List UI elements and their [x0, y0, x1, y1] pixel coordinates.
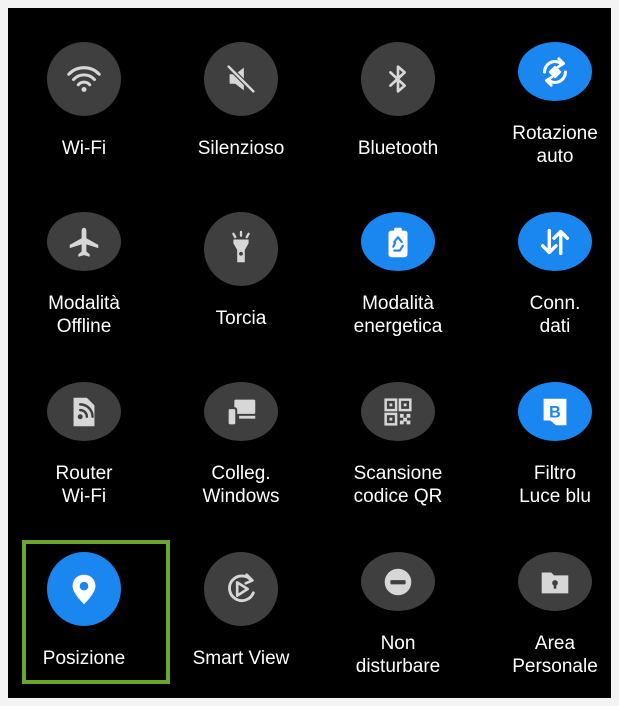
do-not-disturb-toggle-button[interactable] [361, 552, 435, 611]
rotation-toggle-button[interactable] [518, 42, 592, 101]
flashlight-icon [222, 230, 260, 268]
mute-icon [222, 60, 260, 98]
rotation-icon [536, 53, 574, 91]
battery-recycle-icon [379, 223, 417, 261]
data-arrows-icon [536, 223, 574, 261]
tile-bluetooth[interactable]: Bluetooth [320, 8, 476, 168]
tile-label: Non disturbare [355, 633, 441, 677]
qr-code-icon [379, 393, 417, 431]
tile-link-windows[interactable]: Colleg. Windows [163, 348, 319, 508]
airplane-toggle-button[interactable] [47, 212, 121, 271]
smart-view-icon [222, 570, 260, 608]
tile-label: Bluetooth [357, 138, 439, 159]
tile-label: Torcia [215, 308, 267, 329]
airplane-icon [65, 223, 103, 261]
blue-light-filter-toggle-button[interactable]: B [518, 382, 592, 441]
tile-airplane[interactable]: Modalità Offline [6, 178, 162, 338]
tile-label: Conn. dati [529, 293, 581, 337]
tile-label: Rotazione auto [512, 123, 598, 167]
bluetooth-icon [379, 60, 417, 98]
hotspot-toggle-button[interactable] [47, 382, 121, 441]
tile-label: Scansione codice QR [353, 463, 443, 507]
tile-label: Area Personale [512, 633, 598, 677]
tile-label: Posizione [42, 648, 126, 669]
wifi-toggle-button[interactable] [47, 42, 121, 116]
tile-battery-recycle[interactable]: Modalità energetica [320, 178, 476, 338]
quick-settings-panel: Wi-Fi Silenzioso Bluetooth Rotazione auto Mo… [8, 8, 611, 698]
secure-folder-icon [536, 563, 574, 601]
secure-folder-toggle-button[interactable] [518, 552, 592, 611]
data-arrows-toggle-button[interactable] [518, 212, 592, 271]
tile-data-arrows[interactable]: Conn. dati [477, 178, 619, 338]
battery-recycle-toggle-button[interactable] [361, 212, 435, 271]
tile-location-pin[interactable]: Posizione [6, 518, 162, 678]
tile-label: Filtro Luce blu [519, 463, 591, 507]
tile-qr-code[interactable]: Scansione codice QR [320, 348, 476, 508]
tile-label: Modalità energetica [353, 293, 443, 337]
do-not-disturb-icon [379, 563, 417, 601]
tile-smart-view[interactable]: Smart View [163, 518, 319, 678]
wifi-icon [65, 60, 103, 98]
svg-text:B: B [549, 403, 561, 421]
tile-secure-folder[interactable]: Area Personale [477, 518, 619, 678]
tile-blue-light-filter[interactable]: B Filtro Luce blu [477, 348, 619, 508]
link-windows-toggle-button[interactable] [204, 382, 278, 441]
tile-label: Smart View [192, 648, 290, 669]
tile-hotspot[interactable]: Router Wi-Fi [6, 348, 162, 508]
tile-rotation[interactable]: Rotazione auto [477, 8, 619, 168]
tile-mute[interactable]: Silenzioso [163, 8, 319, 168]
link-windows-icon [222, 393, 260, 431]
tile-label: Wi-Fi [61, 138, 107, 159]
tile-label: Silenzioso [197, 138, 285, 159]
tile-label: Colleg. Windows [202, 463, 280, 507]
location-pin-toggle-button[interactable] [47, 552, 121, 626]
bluetooth-toggle-button[interactable] [361, 42, 435, 116]
tile-label: Router Wi-Fi [55, 463, 113, 507]
location-pin-icon [65, 570, 103, 608]
tile-flashlight[interactable]: Torcia [163, 178, 319, 338]
hotspot-icon [65, 393, 103, 431]
tile-do-not-disturb[interactable]: Non disturbare [320, 518, 476, 678]
blue-light-filter-icon: B [536, 393, 574, 431]
tile-wifi[interactable]: Wi-Fi [6, 8, 162, 168]
qr-code-toggle-button[interactable] [361, 382, 435, 441]
tile-label: Modalità Offline [48, 293, 120, 337]
smart-view-toggle-button[interactable] [204, 552, 278, 626]
flashlight-toggle-button[interactable] [204, 212, 278, 286]
mute-toggle-button[interactable] [204, 42, 278, 116]
